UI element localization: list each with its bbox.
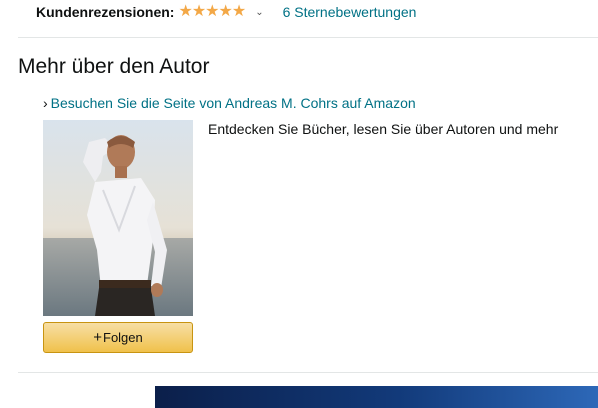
follow-button[interactable]: + Folgen	[43, 322, 193, 353]
follow-button-label: Folgen	[103, 330, 143, 345]
arrow-right-icon: ›	[43, 95, 48, 111]
chevron-down-icon[interactable]: ⌄	[255, 7, 263, 18]
author-photo[interactable]	[43, 120, 193, 316]
star-icon: ★	[231, 3, 246, 20]
star-icon: ★	[218, 3, 233, 20]
section-title: Mehr über den Autor	[18, 55, 210, 78]
promo-banner[interactable]	[155, 386, 598, 408]
author-page-link[interactable]: Besuchen Sie die Seite von Andreas M. Co…	[51, 95, 416, 111]
divider	[18, 37, 598, 38]
author-page-link-row: › Besuchen Sie die Seite von Andreas M. C…	[43, 94, 416, 112]
ratings-count-link[interactable]: 6 Sternebewertungen	[283, 4, 417, 20]
customer-reviews-row: Kundenrezensionen: ★ ★ ★ ★ ★ ⌄ 6 Sterneb…	[36, 3, 416, 21]
star-rating[interactable]: ★ ★ ★ ★ ★	[178, 3, 246, 20]
author-photo-image	[43, 120, 193, 316]
divider	[18, 372, 598, 373]
star-icon: ★	[205, 3, 219, 20]
plus-icon: +	[93, 329, 102, 346]
reviews-label: Kundenrezensionen:	[36, 4, 175, 20]
star-icon: ★	[178, 3, 192, 20]
author-description: Entdecken Sie Bücher, lesen Sie über Aut…	[208, 121, 559, 137]
star-icon: ★	[191, 3, 206, 20]
